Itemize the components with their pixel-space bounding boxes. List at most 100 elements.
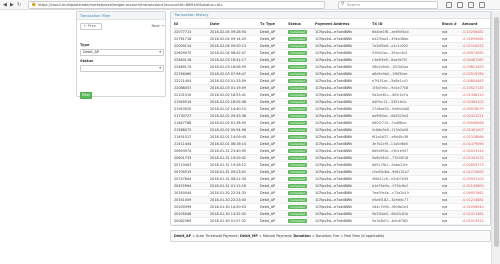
filter-panel-title: Transaction Filter (77, 12, 165, 20)
column-header[interactable]: Block # (442, 21, 462, 29)
amount-cell: -0.10258482 (462, 27, 490, 35)
block-number-value: n/a (442, 50, 448, 55)
amount-cell: -0.00487087 (462, 55, 490, 63)
amount-value: -0.01056540 (462, 204, 484, 209)
status-label: Status (80, 59, 94, 63)
tx-hash-link[interactable]: 91fb02ac...39acc4d1 (372, 51, 408, 55)
tx-id-value: 22009114 (174, 43, 192, 48)
home-icon[interactable] (468, 2, 474, 8)
reload-icon[interactable]: ↻ (17, 2, 21, 8)
tx-id-value: 20351009 (174, 197, 192, 202)
tx-hash-link[interactable]: 8d0e6f3a...c5b1e947 (372, 149, 408, 153)
tx-hash-link[interactable]: f0c72b4d...81e93a05 (372, 226, 408, 227)
tx-date-cell: 2018-01-30 14:32:42 (210, 209, 260, 217)
tx-hash-link[interactable]: 3e7b2c9f...11a0d6b5 (372, 142, 408, 146)
tx-hash-link[interactable]: c2e40b8d...9d6c31a7 (372, 170, 409, 174)
tx-hash-link[interactable]: 6d917fb1...5aba21fe (372, 163, 408, 167)
tx-date-cell: 2018-01-31 19:29:42 (210, 153, 260, 161)
tx-hash-link[interactable]: 1f3d7e0c...9d1e7708 (372, 86, 408, 90)
amount-value: -0.00487087 (462, 57, 484, 62)
tx-hash-cell: 9b3f0ae5...64d2c81b (372, 209, 442, 217)
tx-hash-link[interactable]: b1d35e0a...07f4c8e2 (372, 184, 408, 188)
block-number-value: n/a (442, 99, 448, 104)
scrollbar-thumb[interactable] (494, 17, 499, 247)
tx-date-cell: 2018-02-02 09:43:38 (210, 111, 260, 119)
block-number-cell: n/a (442, 153, 462, 161)
tx-type-cell: Debit_AP (260, 83, 288, 91)
tx-hash-link[interactable]: 9a2ee81c...4f0c1b7a (372, 93, 408, 97)
tx-hash-link[interactable]: 9b3f0ae5...64d2c81b (372, 212, 408, 216)
column-header[interactable]: TX ID (372, 21, 442, 29)
block-number-value: n/a (442, 204, 448, 209)
tx-status-cell: Completed (288, 41, 315, 49)
payment-address-value: 1CFips3sL..e7xdd8Wk (315, 50, 353, 55)
amount-cell: -0.01214881 (462, 195, 490, 203)
tx-hash-link[interactable]: a8d5e9b0...2f6f30ee (372, 72, 408, 76)
tx-type-value: Debit_AP (260, 148, 276, 153)
column-header[interactable]: Date (210, 21, 260, 29)
payment-address-cell: 1CFips3sL..e7xdd8Wk (315, 125, 372, 133)
page-scrollbar[interactable] (491, 11, 500, 264)
block-number-value: n/a (442, 190, 448, 195)
column-header[interactable]: Amount (462, 21, 490, 29)
table-row: 22840116 2018-02-03 18:41:17 Debit_AP Compl… (174, 55, 490, 63)
tx-hash-cell: 91fb02ac...39acc4d1 (372, 48, 442, 56)
tx-hash-link[interactable]: d4f9cc11...3391fe1c (372, 100, 407, 104)
arrow-left-icon[interactable]: ◀ (3, 2, 7, 8)
status-badge: Completed (288, 197, 308, 202)
tx-hash-cell: 5c8db3e0...f13d2a06 (372, 125, 442, 133)
tx-hash-link[interactable]: c3e0f4b9...8aa9e7f2 (372, 58, 407, 62)
next-page-button[interactable]: Next → (151, 24, 164, 28)
tx-type-cell: Debit_AP (260, 139, 288, 147)
prev-page-button[interactable]: ← Prev (80, 23, 102, 30)
amount-value: -0.01021461 (462, 211, 484, 216)
tx-hash-link[interactable]: 58b2c6d4...1f03d2aa (372, 65, 408, 69)
tx-hash-link[interactable]: 2d4c7b90...f608a1e3 (372, 205, 408, 209)
tx-hash-cell: 7a3df0e6...e1c1c902 (372, 41, 442, 49)
tx-id-cell: 21730727 (174, 111, 210, 119)
tx-hash-cell: c2e40b8d...9d6c31a7 (372, 167, 442, 175)
column-header[interactable]: Status (288, 21, 315, 29)
tx-type-value: Debit_AP (260, 78, 276, 83)
tx-hash-link[interactable]: e5a6f182...3b9d0c77 (372, 198, 408, 202)
type-select[interactable]: Debit_AP ▾ (80, 49, 164, 56)
tx-date-cell: 2018-02-01 08:16:14 (210, 139, 260, 147)
address-bar[interactable]: 🔒 https://cloud.multiposttrade/marketpla… (28, 1, 325, 9)
tx-hash-link[interactable]: 0a6c94e2...77b3f018 (372, 156, 408, 160)
payment-address-value: 1CFips3sL..e7xdd8Wk (315, 85, 353, 90)
column-header[interactable]: Payment Address (315, 21, 372, 29)
tx-hash-link[interactable]: 7a3df0e6...e1c1c902 (372, 44, 408, 48)
download-icon[interactable] (457, 2, 463, 8)
tx-hash-cell: 6d917fb1...5aba21fe (372, 160, 442, 168)
tx-type-cell: Debit_AP (260, 97, 288, 105)
browser-search-input[interactable]: ⚲ Search (338, 1, 438, 9)
tx-hash-link[interactable]: 7ee09c4a...c73a2b19 (372, 191, 409, 195)
payment-address-value: 1CFips3sL..e7xdd8Wk (315, 43, 353, 48)
column-header[interactable]: ID (174, 21, 210, 29)
tx-hash-link[interactable]: f61a0d37...e8d40c56 (372, 135, 408, 139)
tx-hash-link[interactable]: 5a1e8d7c...b0c4f362 (372, 219, 408, 223)
tx-hash-cell: 9a2ee81c...4f0c1b7a (372, 90, 442, 98)
tx-hash-link[interactable]: 6d4be1f8...ae6f0f4b4 (372, 30, 409, 34)
table-row: 22088057 2018-02-03 01:19:59 Debit_AP Compl… (174, 83, 490, 91)
column-header[interactable]: Tx Type (260, 21, 288, 29)
tx-type-value: Debit_AP (260, 226, 275, 227)
menu-icon[interactable] (479, 2, 485, 8)
table-row: 20351009 2018-01-30 22:23:00 Debit_AP Compl… (174, 195, 490, 203)
tx-date-value: 2018-02-03 18:06:59 (210, 64, 247, 69)
status-select[interactable]: ▾ (80, 65, 164, 72)
tx-hash-link[interactable]: e7f451ac...5b8e1cc0 (372, 79, 408, 83)
tx-type-value: Debit_AP (260, 204, 276, 209)
filter-button[interactable]: Filter (80, 92, 92, 99)
tx-hash-link[interactable]: 27c8aa50...0e6b44d8 (372, 107, 409, 111)
tx-hash-link[interactable]: ae9f64ac...0b8325e4 (372, 114, 408, 118)
type-select-value: Debit_AP (83, 50, 100, 54)
bookmark-icon[interactable] (446, 2, 452, 8)
tx-hash-link[interactable]: b60f2715...7a4f8bcc (372, 121, 407, 125)
tx-hash-link[interactable]: b42f5aa3...49ea38bb (372, 37, 408, 41)
status-badge: Completed (288, 211, 308, 216)
tx-hash-link[interactable]: 5c8db3e0...f13d2a06 (372, 128, 408, 132)
tx-hash-link[interactable]: 4f8a11c6...e2d07b39 (372, 177, 408, 181)
transactions-table: ID Date Tx Type Status Payment Address TX ID B… (174, 21, 490, 227)
arrow-right-icon[interactable]: ▶ (10, 2, 14, 8)
